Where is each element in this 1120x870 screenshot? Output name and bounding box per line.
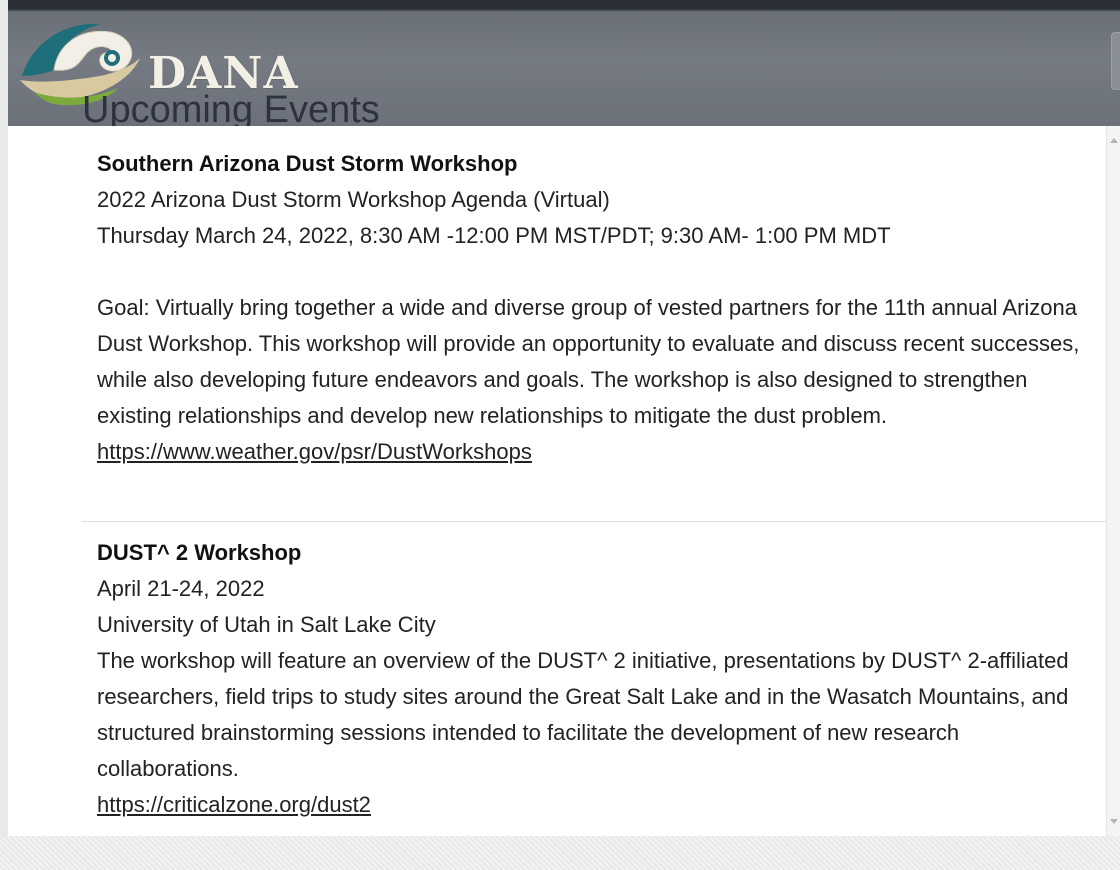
event-description: The workshop will feature an overview of… xyxy=(97,648,1069,781)
scroll-down-icon[interactable] xyxy=(1110,819,1118,824)
menu-tab[interactable] xyxy=(1111,32,1120,90)
scroll-up-icon[interactable] xyxy=(1110,138,1118,143)
event-title: DUST^ 2 Workshop xyxy=(97,540,302,565)
event-date: Thursday March 24, 2022, 8:30 AM -12:00 … xyxy=(97,223,891,248)
left-margin xyxy=(0,0,8,836)
event-title: Southern Arizona Dust Storm Workshop xyxy=(97,151,518,176)
event-date: April 21-24, 2022 xyxy=(97,576,265,601)
footer-texture xyxy=(0,836,1120,870)
event-item: Southern Arizona Dust Storm Workshop 202… xyxy=(97,146,1087,470)
event-link[interactable]: https://www.weather.gov/psr/DustWorkshop… xyxy=(97,439,532,464)
event-description: Goal: Virtually bring together a wide an… xyxy=(97,295,1080,428)
event-link[interactable]: https://criticalzone.org/dust2 xyxy=(97,792,371,817)
scrollbar[interactable] xyxy=(1106,126,1120,836)
event-divider xyxy=(82,521,1106,522)
event-location: University of Utah in Salt Lake City xyxy=(97,612,436,637)
page: DANA Upcoming Events Southern Arizona Du… xyxy=(0,0,1120,870)
event-subtitle: 2022 Arizona Dust Storm Workshop Agenda … xyxy=(97,187,610,212)
event-item: DUST^ 2 Workshop April 21-24, 2022 Unive… xyxy=(97,535,1087,823)
